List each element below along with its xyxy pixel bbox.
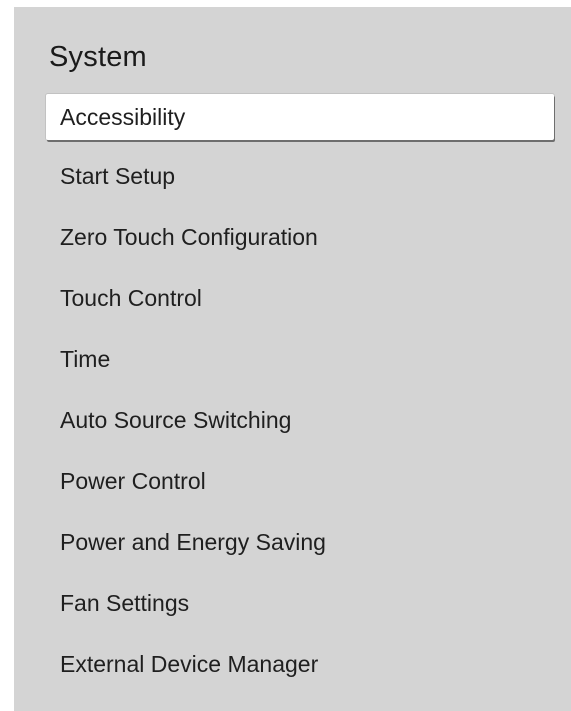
menu-title: System — [49, 41, 147, 73]
menu-item-time[interactable]: Time — [46, 329, 554, 390]
menu-item-fan-settings[interactable]: Fan Settings — [46, 573, 554, 634]
system-menu-list: Accessibility Start Setup Zero Touch Con… — [46, 94, 554, 695]
menu-item-start-setup[interactable]: Start Setup — [46, 146, 554, 207]
menu-item-zero-touch-configuration[interactable]: Zero Touch Configuration — [46, 207, 554, 268]
menu-item-accessibility[interactable]: Accessibility — [46, 94, 554, 140]
menu-item-auto-source-switching[interactable]: Auto Source Switching — [46, 390, 554, 451]
menu-item-external-device-manager[interactable]: External Device Manager — [46, 634, 554, 695]
menu-item-power-control[interactable]: Power Control — [46, 451, 554, 512]
menu-item-touch-control[interactable]: Touch Control — [46, 268, 554, 329]
system-menu-panel: System Accessibility Start Setup Zero To… — [14, 7, 571, 711]
menu-item-power-and-energy-saving[interactable]: Power and Energy Saving — [46, 512, 554, 573]
